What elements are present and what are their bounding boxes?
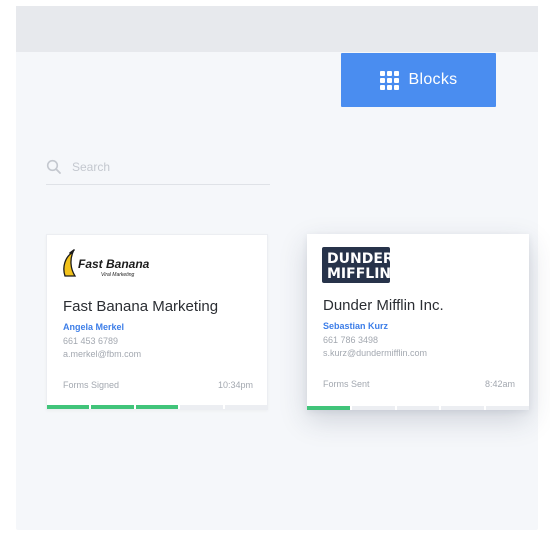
logo-text: Fast Banana bbox=[78, 257, 150, 271]
contact-phone: 661 786 3498 bbox=[323, 335, 379, 345]
contact-email: s.kurz@dundermifflin.com bbox=[323, 348, 428, 358]
progress-segment bbox=[180, 405, 223, 409]
card-time: 8:42am bbox=[484, 379, 515, 389]
progress-segment bbox=[307, 406, 350, 410]
company-name: Fast Banana Marketing bbox=[63, 298, 219, 315]
contact-name-link[interactable]: Sebastian Kurz bbox=[323, 321, 388, 331]
grid-icon bbox=[379, 70, 399, 90]
card-status: Forms Sent bbox=[323, 379, 370, 389]
progress-segment bbox=[91, 405, 134, 409]
client-card[interactable]: Fast Banana Viral Marketing Fast Banana … bbox=[46, 234, 268, 410]
logo-tagline: Viral Marketing bbox=[101, 272, 134, 278]
logo-text-line1: DUNDER bbox=[327, 251, 393, 267]
card-time: 10:34pm bbox=[217, 380, 253, 390]
progress-segment bbox=[486, 406, 529, 410]
contact-phone: 661 453 6789 bbox=[63, 336, 119, 346]
search-icon bbox=[46, 159, 61, 174]
search-bar bbox=[46, 150, 270, 185]
progress-segment bbox=[47, 405, 90, 409]
card-status: Forms Signed bbox=[63, 380, 120, 390]
progress-segment bbox=[396, 406, 440, 410]
client-card[interactable]: DUNDER MIFFLIN Dunder Mifflin Inc. Sebas… bbox=[307, 234, 529, 410]
dunder-mifflin-logo: DUNDER MIFFLIN bbox=[322, 247, 393, 283]
company-name: Dunder Mifflin Inc. bbox=[323, 297, 444, 314]
progress-segment bbox=[351, 406, 395, 410]
logo-text-line2: MIFFLIN bbox=[327, 266, 391, 282]
blocks-view-label: Blocks bbox=[408, 71, 458, 88]
top-bar bbox=[16, 6, 538, 52]
progress-bar bbox=[47, 405, 268, 409]
progress-segment bbox=[224, 405, 268, 409]
search-input[interactable] bbox=[70, 159, 254, 175]
progress-segment bbox=[441, 406, 485, 410]
progress-segment bbox=[135, 405, 179, 409]
progress-bar bbox=[307, 406, 529, 410]
fast-banana-logo: Fast Banana Viral Marketing bbox=[63, 249, 150, 278]
contact-name-link[interactable]: Angela Merkel bbox=[63, 322, 124, 332]
contact-email: a.merkel@fbm.com bbox=[63, 349, 142, 359]
blocks-view-button[interactable]: Blocks bbox=[341, 53, 496, 107]
